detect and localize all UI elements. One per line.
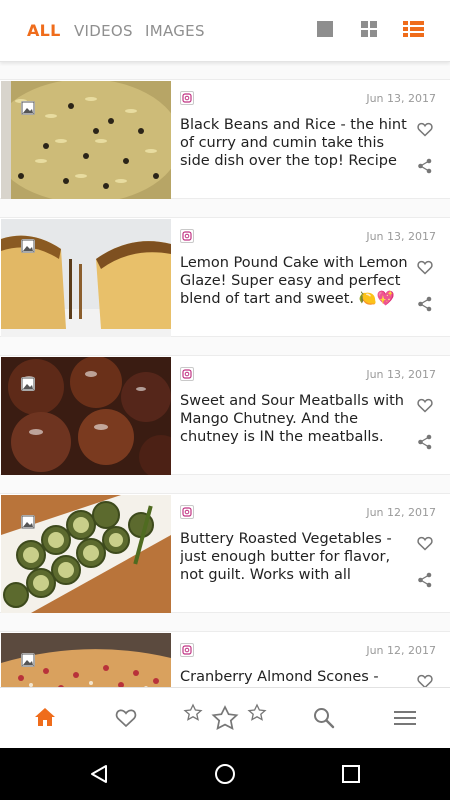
single-view-icon (317, 21, 333, 37)
tab-videos[interactable]: VIDEOS (74, 22, 133, 40)
tab-all[interactable]: ALL (27, 21, 61, 40)
system-home-button[interactable] (214, 763, 236, 789)
image-type-badge (21, 515, 35, 529)
instagram-icon (182, 231, 192, 241)
share-button[interactable] (417, 296, 433, 312)
post-date: Jun 13, 2017 (366, 92, 436, 105)
instagram-icon (182, 645, 192, 655)
heart-outline-icon (417, 674, 433, 687)
nav-favorites-button[interactable] (114, 706, 138, 732)
image-type-badge (21, 377, 35, 391)
home-circle-icon (215, 764, 235, 784)
heart-outline-icon (417, 122, 433, 137)
post-date: Jun 13, 2017 (366, 230, 436, 243)
heart-outline-icon (417, 398, 433, 413)
nav-ratings-button[interactable] (183, 701, 269, 739)
post-text[interactable]: Black Beans and Rice - the hint of curry… (180, 116, 410, 170)
post-date: Jun 13, 2017 (366, 368, 436, 381)
nav-menu-button[interactable] (394, 710, 416, 730)
menu-icon (394, 711, 416, 725)
share-button[interactable] (417, 158, 433, 174)
post-card[interactable]: Jun 12, 2017 Cranberry Almond Scones - (0, 631, 450, 687)
post-card[interactable]: Jun 12, 2017 Buttery Roasted Vegetables … (0, 493, 450, 613)
system-navigation-bar (0, 748, 450, 800)
like-button[interactable] (416, 120, 434, 138)
post-thumbnail[interactable] (1, 219, 171, 337)
instagram-icon (182, 369, 192, 379)
lemon-cake-photo (1, 219, 171, 337)
image-icon (21, 377, 35, 391)
post-date: Jun 12, 2017 (366, 644, 436, 657)
recents-icon (342, 765, 360, 783)
post-text[interactable]: Cranberry Almond Scones - (180, 668, 410, 686)
single-view-button[interactable] (316, 20, 336, 40)
image-icon (21, 239, 35, 253)
grid-view-icon (361, 21, 377, 37)
image-icon (21, 515, 35, 529)
bottom-navigation (0, 687, 450, 748)
meatballs-photo (1, 357, 171, 475)
roasted-vegetables-photo (1, 495, 171, 613)
share-icon (418, 434, 432, 450)
source-badge (180, 367, 194, 381)
system-back-button[interactable] (89, 764, 109, 788)
share-button[interactable] (417, 572, 433, 588)
image-icon (21, 101, 35, 115)
rice-beans-photo (1, 81, 171, 199)
post-text[interactable]: Buttery Roasted Vegetables - just enough… (180, 530, 410, 584)
like-button[interactable] (416, 672, 434, 687)
image-icon (21, 653, 35, 667)
list-view-button[interactable] (403, 20, 424, 40)
instagram-icon (182, 507, 192, 517)
image-type-badge (21, 653, 35, 667)
post-thumbnail[interactable] (1, 633, 171, 687)
share-icon (418, 158, 432, 174)
post-text[interactable]: Sweet and Sour Meatballs with Mango Chut… (180, 392, 410, 446)
system-recents-button[interactable] (342, 765, 360, 787)
source-badge (180, 229, 194, 243)
share-icon (418, 296, 432, 312)
nav-home-button[interactable] (34, 707, 56, 731)
post-card[interactable]: Jun 13, 2017 Black Beans and Rice - the … (0, 79, 450, 199)
heart-outline-icon (417, 260, 433, 275)
source-badge (180, 643, 194, 657)
post-thumbnail[interactable] (1, 357, 171, 475)
post-date: Jun 12, 2017 (366, 506, 436, 519)
tab-images[interactable]: IMAGES (145, 22, 205, 40)
like-button[interactable] (416, 258, 434, 276)
top-bar: ALL VIDEOS IMAGES (0, 0, 450, 62)
nav-search-button[interactable] (313, 707, 335, 733)
post-thumbnail[interactable] (1, 81, 171, 199)
grid-view-button[interactable] (360, 20, 380, 40)
post-card[interactable]: Jun 13, 2017 Sweet and Sour Meatballs wi… (0, 355, 450, 475)
source-badge (180, 505, 194, 519)
heart-outline-icon (417, 536, 433, 551)
home-icon (35, 708, 55, 726)
rating-stars-icon (183, 703, 267, 730)
instagram-icon (182, 93, 192, 103)
search-icon (314, 708, 335, 729)
list-view-icon (403, 21, 424, 37)
post-thumbnail[interactable] (1, 495, 171, 613)
image-type-badge (21, 239, 35, 253)
heart-icon (115, 709, 137, 728)
post-feed[interactable]: Jun 13, 2017 Black Beans and Rice - the … (0, 63, 450, 687)
post-card[interactable]: Jun 13, 2017 Lemon Pound Cake with Lemon… (0, 217, 450, 337)
source-badge (180, 91, 194, 105)
share-icon (418, 572, 432, 588)
like-button[interactable] (416, 396, 434, 414)
app-screen: ALL VIDEOS IMAGES Jun 13, 2017 Black Bea… (0, 0, 450, 800)
post-text[interactable]: Lemon Pound Cake with Lemon Glaze! Super… (180, 254, 410, 308)
image-type-badge (21, 101, 35, 115)
share-button[interactable] (417, 434, 433, 450)
back-icon (91, 765, 107, 783)
like-button[interactable] (416, 534, 434, 552)
